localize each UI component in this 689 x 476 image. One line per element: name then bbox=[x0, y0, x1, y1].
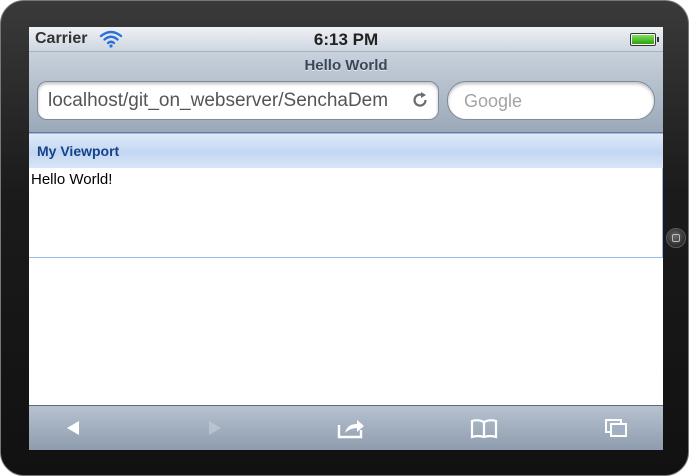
reload-icon[interactable] bbox=[410, 90, 430, 110]
hello-text: Hello World! bbox=[31, 171, 113, 188]
battery-icon bbox=[630, 33, 659, 46]
status-bar: Carrier 6:13 PM bbox=[29, 27, 663, 52]
browser-header: Hello World localhost/git_on_webserver/S… bbox=[29, 52, 663, 133]
share-icon[interactable] bbox=[335, 416, 364, 440]
bookmarks-icon[interactable] bbox=[469, 416, 498, 440]
address-bar[interactable]: localhost/git_on_webserver/SenchaDem bbox=[37, 81, 439, 120]
tabs-icon[interactable] bbox=[603, 416, 631, 440]
back-arrow-icon[interactable] bbox=[59, 416, 87, 440]
screen: Carrier 6:13 PM Hello World localhost/gi… bbox=[29, 27, 663, 450]
status-time: 6:13 PM bbox=[313, 30, 379, 49]
viewport-header: My Viewport bbox=[29, 133, 663, 169]
page-title: Hello World bbox=[304, 57, 388, 74]
browser-toolbar bbox=[29, 405, 663, 450]
search-input[interactable]: Google bbox=[447, 81, 655, 120]
viewport-body: Hello World! bbox=[29, 168, 663, 258]
search-placeholder: Google bbox=[464, 91, 523, 111]
viewport-title: My Viewport bbox=[37, 143, 120, 159]
ipad-frame: Carrier 6:13 PM Hello World localhost/gi… bbox=[0, 0, 689, 476]
url-text[interactable]: localhost/git_on_webserver/SenchaDem bbox=[48, 90, 403, 112]
home-button[interactable] bbox=[666, 228, 686, 248]
forward-arrow-icon[interactable] bbox=[201, 416, 229, 440]
